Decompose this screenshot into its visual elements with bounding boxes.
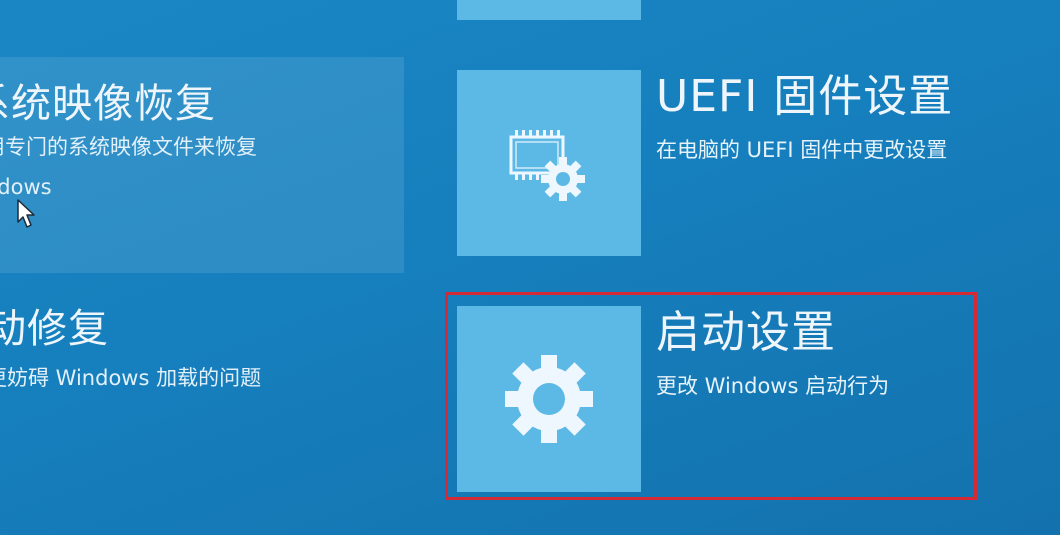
option-description: 用专门的系统映像文件来恢复 ndows <box>0 135 257 199</box>
option-description: 更妨碍 Windows 加载的问题 <box>0 366 262 390</box>
option-title: UEFI 固件设置 <box>656 71 954 122</box>
option-description: 在电脑的 UEFI 固件中更改设置 <box>656 138 948 162</box>
uefi-tile[interactable] <box>457 70 641 256</box>
option-system-image-recovery[interactable]: 系统映像恢复 用专门的系统映像文件来恢复 ndows <box>0 57 404 273</box>
mouse-pointer-icon <box>17 199 35 228</box>
advanced-options-screen: 系统映像恢复 用专门的系统映像文件来恢复 ndows 动修复 更妨碍 Windo… <box>0 0 1060 535</box>
option-tile-partial[interactable] <box>457 0 641 20</box>
selection-highlight-box <box>445 292 977 500</box>
option-startup-repair[interactable]: 动修复 更妨碍 Windows 加载的问题 <box>0 290 404 430</box>
option-uefi-firmware-settings[interactable]: UEFI 固件设置 在电脑的 UEFI 固件中更改设置 <box>656 60 953 164</box>
option-title: 系统映像恢复 <box>0 81 216 127</box>
option-title: 动修复 <box>0 306 109 352</box>
chip-gear-icon <box>509 130 585 201</box>
